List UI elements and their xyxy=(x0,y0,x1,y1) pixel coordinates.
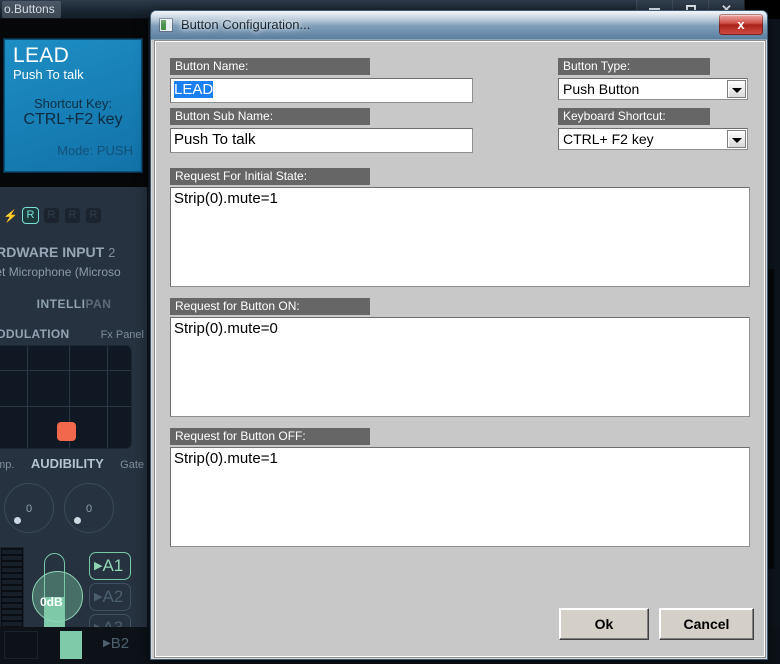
dialog-close-button[interactable]: x xyxy=(719,14,763,35)
knob-indicator xyxy=(14,517,21,524)
audibility-label: AUDIBILITY xyxy=(30,456,104,471)
hardware-input-number: 2 xyxy=(108,245,116,260)
audibility-knob-1-value: 0 xyxy=(25,503,33,515)
chevron-down-icon[interactable] xyxy=(727,80,746,98)
macro-button-lead[interactable]: LEAD Push To talk Shortcut Key: CTRL+F2 … xyxy=(4,39,142,172)
record-badge-2[interactable]: R xyxy=(43,207,60,224)
screen: o.Buttons ✕ LEAD Push To talk Shortcut K… xyxy=(0,0,780,664)
background-window-title: o.Buttons xyxy=(2,1,61,18)
comp-audibility-gate-row: omp. AUDIBILITY Gate xyxy=(0,456,148,471)
button-sub-name-input[interactable]: Push To talk xyxy=(170,128,473,153)
cancel-button[interactable]: Cancel xyxy=(659,608,754,640)
intellipan-pad-handle[interactable] xyxy=(57,422,76,441)
request-initial-state-textarea[interactable]: Strip(0).mute=1 xyxy=(170,187,750,287)
hardware-input-title: ARDWARE INPUT xyxy=(0,244,105,260)
bus-button-a2-label: A2 xyxy=(102,587,124,606)
request-button-on-textarea[interactable]: Strip(0).mute=0 xyxy=(170,317,750,417)
chevron-down-icon[interactable] xyxy=(727,130,746,148)
ok-button[interactable]: Ok xyxy=(559,608,649,640)
bottom-bus-b2-1[interactable]: ▶B2 xyxy=(103,631,149,659)
dialog-titlebar[interactable]: Button Configuration... x xyxy=(151,11,767,40)
macro-button-mode: Mode: PUSH xyxy=(57,143,133,158)
button-type-value: Push Button xyxy=(563,81,640,97)
gate-label: Gate xyxy=(120,459,144,471)
macro-button-shortcut-label: Shortcut Key: xyxy=(33,96,113,111)
request-button-off-label: Request for Button OFF: xyxy=(170,428,370,445)
fader-value: 0dB xyxy=(40,595,63,609)
macro-button-name: LEAD xyxy=(13,44,70,67)
button-name-label: Button Name: xyxy=(170,58,370,75)
intellipan-dim: PAN xyxy=(85,297,112,311)
keyboard-shortcut-label: Keyboard Shortcut: xyxy=(558,108,710,125)
comp-label: omp. xyxy=(0,459,15,471)
keyboard-shortcut-value: CTRL+ F2 key xyxy=(563,131,654,147)
record-badge-4[interactable]: R xyxy=(85,207,102,224)
voicemeeter-strip-column: LEAD Push To talk Shortcut Key: CTRL+F2 … xyxy=(0,19,148,664)
button-type-label: Button Type: xyxy=(558,58,710,75)
intellipan-bold: INTELLI xyxy=(36,297,86,311)
audibility-knob-2[interactable]: 0 xyxy=(64,483,114,533)
macro-button-shortcut-value: CTRL+F2 key xyxy=(23,111,123,128)
audibility-knob-2-value: 0 xyxy=(85,503,93,515)
dialog-body: Button Name: LEAD Button Sub Name: Push … xyxy=(155,41,765,657)
bolt-icon: ⚡ xyxy=(3,209,18,223)
button-type-select[interactable]: Push Button xyxy=(558,78,748,100)
keyboard-shortcut-select[interactable]: CTRL+ F2 key xyxy=(558,128,748,150)
play-triangle-icon: ▶ xyxy=(103,638,111,649)
bottom-green-1 xyxy=(60,631,82,659)
bus-button-a1-label: A1 xyxy=(102,556,124,575)
bus-button-a2[interactable]: ▶A2 xyxy=(89,583,131,611)
dialog-title: Button Configuration... xyxy=(181,17,311,32)
modulation-row: MODULATION Fx Panel xyxy=(0,327,148,341)
knob-indicator xyxy=(74,517,81,524)
intellipan-label: INTELLIPAN xyxy=(0,297,148,311)
request-button-off-textarea[interactable]: Strip(0).mute=1 xyxy=(170,447,750,547)
audibility-knob-1[interactable]: 0 xyxy=(4,483,54,533)
application-icon xyxy=(159,18,173,32)
intellipan-pad[interactable] xyxy=(0,345,132,449)
request-initial-state-label: Request For Initial State: xyxy=(170,168,370,185)
bottom-bus-b2-1-label: B2 xyxy=(110,635,130,652)
record-badge-3[interactable]: R xyxy=(64,207,81,224)
bottom-grid-1 xyxy=(4,631,38,659)
button-name-value: LEAD xyxy=(174,81,214,98)
button-configuration-dialog: Button Configuration... x Button Name: L… xyxy=(150,10,768,660)
modulation-label: MODULATION xyxy=(0,327,70,341)
record-badge-1[interactable]: R xyxy=(22,207,39,224)
hardware-input-label: ARDWARE INPUT 2 xyxy=(0,244,148,260)
hardware-input-device[interactable]: adset Microphone (Microso xyxy=(0,265,151,279)
macro-button-subname: Push To talk xyxy=(13,67,84,82)
bus-button-a1[interactable]: ▶A1 xyxy=(89,552,131,580)
fx-panel-label[interactable]: Fx Panel xyxy=(101,329,144,341)
button-sub-name-label: Button Sub Name: xyxy=(170,108,370,125)
button-name-input[interactable]: LEAD xyxy=(170,78,473,103)
record-badge-row: ⚡ R R R R xyxy=(0,205,148,227)
request-button-on-label: Request for Button ON: xyxy=(170,298,370,315)
